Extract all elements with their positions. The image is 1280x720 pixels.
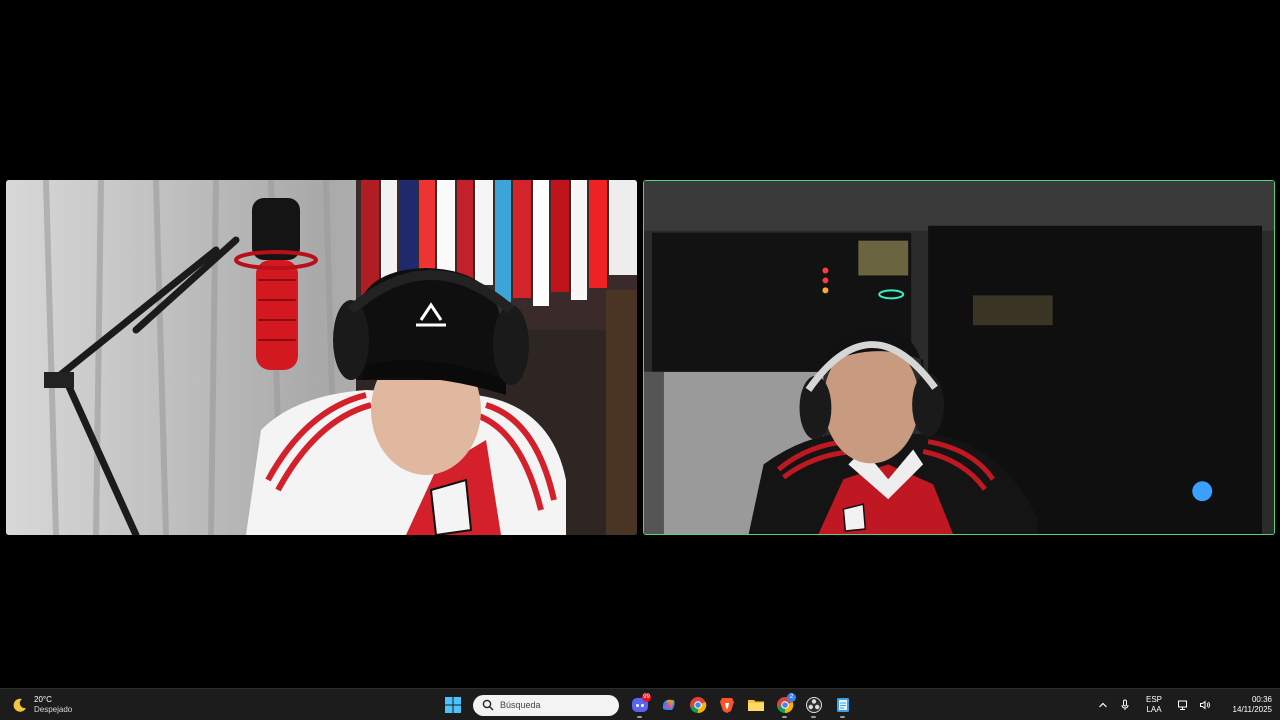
video-tile-left[interactable] xyxy=(6,180,637,535)
participant-video-left xyxy=(6,180,637,535)
search-placeholder: Búsqueda xyxy=(500,700,541,710)
weather-condition: Despejado xyxy=(34,705,73,714)
copilot-icon xyxy=(662,699,675,710)
discord-badge: 99 xyxy=(642,693,651,702)
microphone-icon xyxy=(1121,699,1129,710)
weather-temperature: 20°C xyxy=(34,695,52,704)
notepad-icon xyxy=(836,698,849,712)
speaker-icon xyxy=(1200,700,1210,710)
taskbar: 20°C Despejado Búsqueda 99 2 ESP LAA 00:… xyxy=(0,688,1280,720)
clock-date: 14/11/2025 xyxy=(1232,705,1272,714)
chevron-up-icon xyxy=(1099,702,1107,708)
taskbar-app-chrome[interactable] xyxy=(683,692,712,718)
running-indicator xyxy=(811,716,816,718)
taskbar-app-copilot[interactable] xyxy=(654,692,683,718)
clock-time: 00:36 xyxy=(1251,695,1272,704)
brave-icon xyxy=(719,698,734,713)
start-button[interactable] xyxy=(438,692,467,718)
taskbar-app-notepad[interactable] xyxy=(828,692,857,718)
participant-video-right xyxy=(644,181,1274,534)
running-indicator xyxy=(782,716,787,718)
network-icon xyxy=(1178,700,1187,710)
weather-widget[interactable]: 20°C Despejado xyxy=(12,693,72,717)
taskbar-center: Búsqueda 99 2 xyxy=(438,692,857,718)
network-tray-button[interactable] xyxy=(1172,692,1194,718)
obs-icon xyxy=(805,697,822,713)
running-indicator xyxy=(637,716,642,718)
clock[interactable]: 00:36 14/11/2025 xyxy=(1220,695,1272,715)
chrome-profile-badge: 2 xyxy=(787,693,796,702)
taskbar-app-discord[interactable]: 99 xyxy=(625,692,654,718)
search-input[interactable]: Búsqueda xyxy=(473,694,619,716)
desktop-screen: 20°C Despejado Búsqueda 99 2 ESP LAA 00:… xyxy=(0,0,1280,720)
video-tile-right[interactable] xyxy=(643,180,1275,535)
system-tray: ESP LAA 00:36 14/11/2025 xyxy=(1092,692,1272,718)
moon-icon xyxy=(13,698,26,712)
language-indicator[interactable]: ESP LAA xyxy=(1136,695,1172,715)
taskbar-app-brave[interactable] xyxy=(712,692,741,718)
volume-tray-button[interactable] xyxy=(1194,692,1216,718)
folder-icon xyxy=(747,700,764,711)
running-indicator xyxy=(840,716,845,718)
windows-icon xyxy=(444,697,461,713)
search-icon xyxy=(482,699,494,711)
taskbar-app-chrome-profile[interactable]: 2 xyxy=(770,692,799,718)
taskbar-app-obs[interactable] xyxy=(799,692,828,718)
language-code: ESP xyxy=(1145,695,1162,704)
chrome-icon xyxy=(689,697,706,714)
keyboard-layout: LAA xyxy=(1146,705,1162,714)
microphone-tray-button[interactable] xyxy=(1114,692,1136,718)
show-hidden-icons-button[interactable] xyxy=(1092,692,1114,718)
taskbar-app-file-explorer[interactable] xyxy=(741,692,770,718)
